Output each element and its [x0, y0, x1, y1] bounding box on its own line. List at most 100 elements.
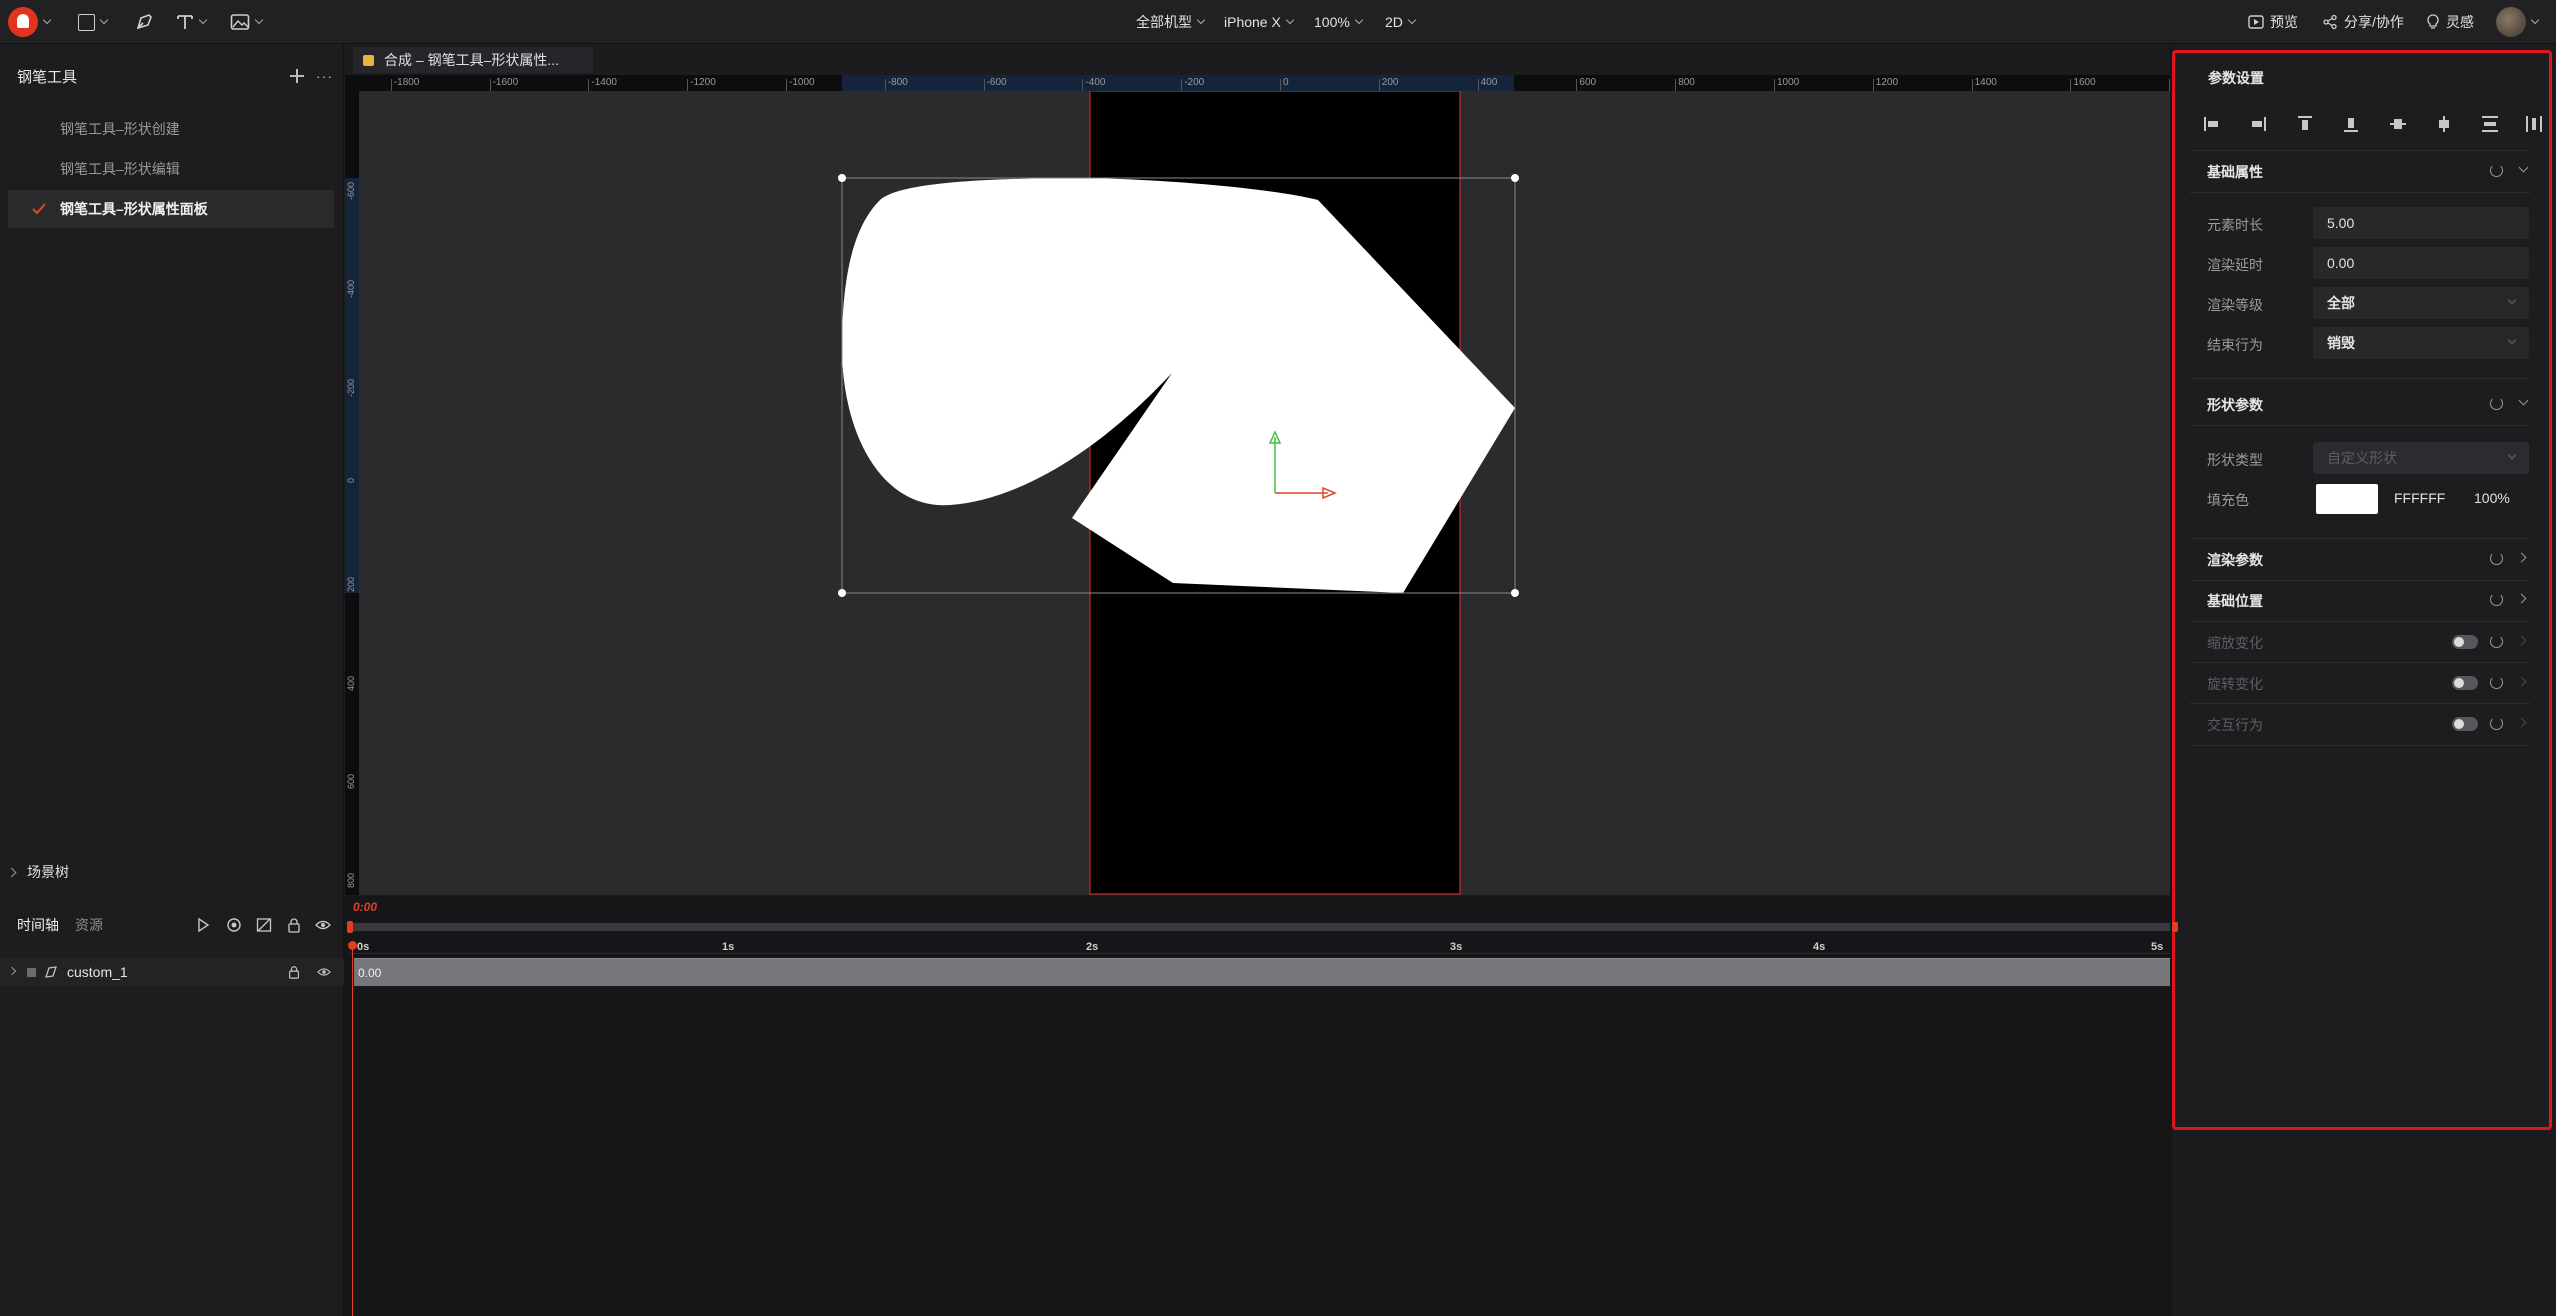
- fill-opacity-input[interactable]: 100%: [2474, 490, 2510, 506]
- reset-icon[interactable]: [2490, 593, 2503, 606]
- scale-toggle[interactable]: [2452, 635, 2478, 649]
- ruler-label: -400: [346, 280, 356, 299]
- layer-clip[interactable]: 0.00: [354, 958, 2171, 986]
- lock-icon[interactable]: [287, 965, 301, 979]
- chevron-down-icon: [42, 15, 52, 25]
- record-icon[interactable]: [226, 917, 242, 933]
- reset-icon[interactable]: [2490, 397, 2503, 410]
- canvas-viewport[interactable]: [345, 45, 2170, 895]
- chevron-down-icon: [1407, 15, 1417, 25]
- chevron-right-icon[interactable]: [2516, 635, 2527, 646]
- time-ruler: [349, 938, 2172, 954]
- horizontal-ruler: -1800 -1600 -1400 -1200 -1000 -800 -600 -400 -20…: [345, 75, 2170, 91]
- reset-icon[interactable]: [2490, 164, 2503, 177]
- device-dropdown[interactable]: iPhone X: [1224, 0, 1295, 44]
- composition-item[interactable]: 钢笔工具–形状创建: [8, 110, 334, 148]
- align-right-icon[interactable]: [2250, 117, 2266, 131]
- share-button[interactable]: 分享/协作: [2322, 0, 2404, 44]
- shape-params-header[interactable]: 形状参数: [2190, 388, 2530, 420]
- interaction-header[interactable]: 交互行为: [2190, 708, 2530, 740]
- zoom-dropdown[interactable]: 100%: [1314, 0, 1364, 44]
- basic-props-header[interactable]: 基础属性: [2190, 155, 2530, 187]
- fill-color-swatch[interactable]: [2316, 484, 2378, 514]
- play-icon[interactable]: [195, 917, 211, 933]
- playhead-marker[interactable]: [348, 941, 357, 950]
- ruler-tick: [390, 79, 392, 91]
- delay-input[interactable]: 0.00: [2313, 247, 2529, 279]
- chevron-right-icon[interactable]: [2516, 593, 2527, 604]
- left-panel: 钢笔工具 ··· 钢笔工具–形状创建 钢笔工具–形状编辑 钢笔工具–形状属性面板…: [0, 45, 344, 895]
- rectangle-tool[interactable]: [78, 0, 109, 44]
- ruler-label: -400: [1085, 77, 1106, 88]
- align-bottom-icon[interactable]: [2344, 116, 2358, 132]
- ruler-label: 1600: [2073, 77, 2096, 88]
- eye-icon[interactable]: [316, 965, 332, 979]
- mode-label: 2D: [1385, 14, 1403, 30]
- rotate-toggle[interactable]: [2452, 676, 2478, 690]
- duration-input[interactable]: 5.00: [2313, 207, 2529, 239]
- composition-item-active[interactable]: 钢笔工具–形状属性面板: [8, 190, 334, 228]
- scrubber-end-handle[interactable]: [2172, 922, 2178, 932]
- image-icon: [230, 14, 250, 30]
- rotate-anim-header[interactable]: 旋转变化: [2190, 667, 2530, 699]
- app-logo-menu[interactable]: [8, 0, 52, 44]
- chevron-right-icon[interactable]: [7, 966, 17, 976]
- more-icon[interactable]: ···: [316, 68, 333, 84]
- reset-icon[interactable]: [2490, 717, 2503, 730]
- section-title: 缩放变化: [2207, 635, 2263, 651]
- device-filter-dropdown[interactable]: 全部机型: [1136, 0, 1206, 44]
- ruler-label: 800: [1678, 77, 1695, 88]
- render-level-select[interactable]: 全部: [2313, 287, 2529, 319]
- scale-anim-header[interactable]: 缩放变化: [2190, 626, 2530, 658]
- inspiration-button[interactable]: 灵感: [2426, 0, 2474, 44]
- add-icon[interactable]: [290, 69, 304, 83]
- mode-dropdown[interactable]: 2D: [1385, 0, 1417, 44]
- section-title: 渲染参数: [2207, 552, 2263, 568]
- basic-position-header[interactable]: 基础位置: [2190, 584, 2530, 616]
- composition-icon: [363, 54, 374, 66]
- preview-button[interactable]: 预览: [2248, 0, 2298, 44]
- tab-assets[interactable]: 资源: [75, 915, 103, 935]
- pen-path-icon: [45, 966, 57, 978]
- align-vertical-center-icon[interactable]: [2390, 116, 2406, 132]
- user-avatar-menu[interactable]: [2496, 0, 2540, 44]
- chevron-right-icon[interactable]: [2516, 717, 2527, 728]
- composition-item[interactable]: 钢笔工具–形状编辑: [8, 150, 334, 188]
- distribute-vertical-icon[interactable]: [2482, 116, 2498, 132]
- reset-icon[interactable]: [2490, 676, 2503, 689]
- lock-icon[interactable]: [286, 917, 302, 933]
- ruler-label: -600: [986, 77, 1007, 88]
- fill-hex-input[interactable]: FFFFFF: [2394, 490, 2445, 506]
- scrubber-track[interactable]: [349, 923, 2176, 931]
- chevron-down-icon[interactable]: [2518, 162, 2529, 173]
- chevron-down-icon[interactable]: [2518, 395, 2529, 406]
- chevron-right-icon[interactable]: [2516, 552, 2527, 563]
- scene-tree-toggle[interactable]: 场景树: [6, 862, 69, 882]
- align-top-icon[interactable]: [2298, 116, 2312, 132]
- playhead-line[interactable]: [352, 943, 353, 1316]
- ruler-label: 200: [1381, 77, 1399, 88]
- reset-icon[interactable]: [2490, 635, 2503, 648]
- text-icon: [177, 15, 193, 29]
- pen-tool[interactable]: [134, 0, 154, 44]
- align-horizontal-center-icon[interactable]: [2436, 116, 2452, 132]
- render-params-header[interactable]: 渲染参数: [2190, 543, 2530, 575]
- avatar: [2496, 7, 2526, 37]
- eye-icon[interactable]: [315, 917, 331, 933]
- end-behavior-select[interactable]: 销毁: [2313, 327, 2529, 359]
- distribute-horizontal-icon[interactable]: [2526, 116, 2542, 132]
- shape-type-select[interactable]: 自定义形状: [2313, 442, 2529, 474]
- reset-icon[interactable]: [2490, 552, 2503, 565]
- image-tool[interactable]: [230, 0, 264, 44]
- scrubber-handle[interactable]: [347, 921, 353, 933]
- document-tab[interactable]: 合成 – 钢笔工具–形状属性...: [353, 47, 593, 73]
- image-hide-icon[interactable]: [256, 917, 272, 933]
- time-mark: 3s: [1450, 941, 1463, 953]
- tab-timeline[interactable]: 时间轴: [17, 915, 59, 935]
- align-left-icon[interactable]: [2204, 117, 2220, 131]
- interaction-toggle[interactable]: [2452, 717, 2478, 731]
- chevron-right-icon[interactable]: [2516, 676, 2527, 687]
- layer-row[interactable]: custom_1: [0, 958, 344, 986]
- artboard-scene[interactable]: [345, 45, 2170, 895]
- text-tool[interactable]: [176, 0, 208, 44]
